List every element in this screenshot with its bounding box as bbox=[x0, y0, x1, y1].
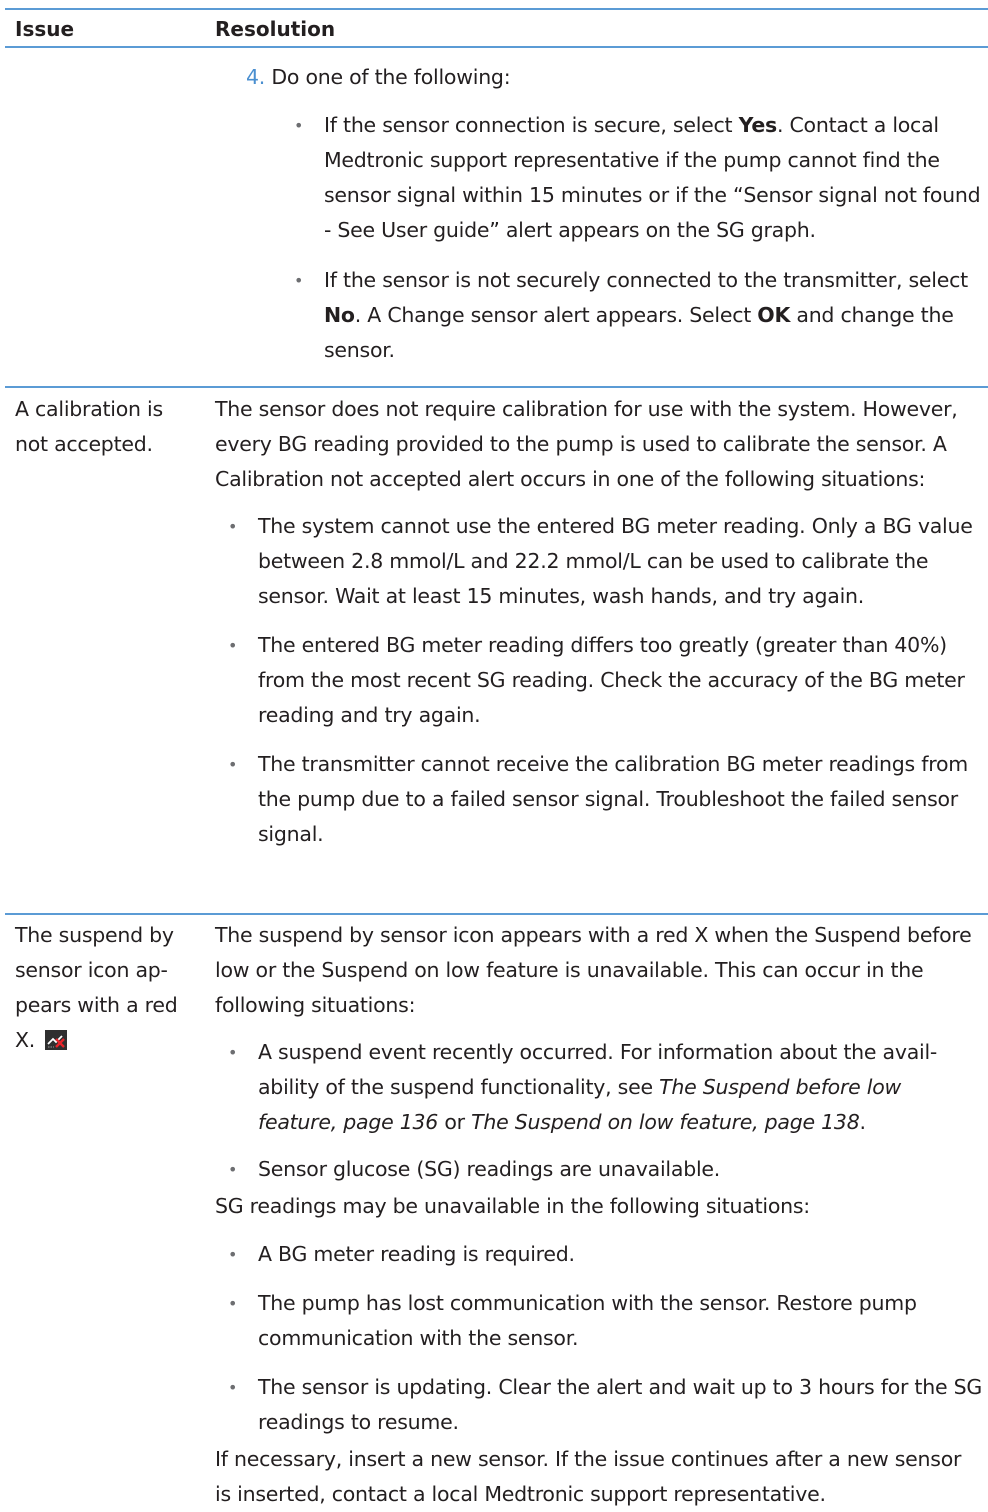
resolution-continuation: 4. Do one of the following: • If the sen… bbox=[215, 60, 983, 368]
issue-suspend: The suspend by sensor icon ap-pears with… bbox=[15, 918, 200, 1058]
text: A BG meter reading is required. bbox=[258, 1242, 575, 1266]
text: The system cannot use the entered BG met… bbox=[258, 514, 973, 608]
list-item: • The pump has lost communication with t… bbox=[215, 1286, 983, 1356]
no-option: No bbox=[324, 303, 355, 327]
step-text: Do one of the following: bbox=[271, 65, 511, 89]
text: The pump has lost communication with the… bbox=[258, 1291, 917, 1350]
list-item: • The sensor is updating. Clear the aler… bbox=[215, 1370, 983, 1440]
sub-intro: SG readings may be unavailable in the fo… bbox=[215, 1194, 810, 1218]
bullet-icon: • bbox=[228, 1160, 238, 1179]
list-item: • The transmitter cannot receive the cal… bbox=[215, 747, 983, 852]
suspend-intro: The suspend by sensor icon appears with … bbox=[215, 923, 972, 1017]
text: If the sensor is not securely connected … bbox=[324, 268, 968, 292]
list-item: • A suspend event recently occurred. For… bbox=[215, 1035, 983, 1140]
resolution-suspend: The suspend by sensor icon appears with … bbox=[215, 918, 983, 1512]
bullet-icon: • bbox=[228, 1245, 238, 1264]
bullet-icon: • bbox=[228, 755, 238, 774]
issue-suspend-text: The suspend by sensor icon ap-pears with… bbox=[15, 923, 178, 1052]
list-item: • A BG meter reading is required. bbox=[215, 1237, 983, 1272]
header-issue: Issue bbox=[15, 17, 75, 41]
text: If the sensor connection is secure, sele… bbox=[324, 113, 739, 137]
header-rule bbox=[5, 46, 988, 48]
list-item: • If the sensor connection is secure, se… bbox=[215, 108, 983, 248]
text: The entered BG meter reading differs too… bbox=[258, 633, 965, 727]
step-number: 4. bbox=[246, 65, 266, 89]
bullet-icon: • bbox=[294, 116, 304, 135]
reference-link: The Suspend on low feature, page 138 bbox=[471, 1110, 860, 1134]
issue-calibration: A calibration is not accepted. bbox=[15, 397, 163, 456]
bullet-icon: • bbox=[228, 1378, 238, 1397]
list-item: • The entered BG meter reading differs t… bbox=[215, 628, 983, 733]
text: . bbox=[859, 1110, 867, 1134]
bullet-icon: • bbox=[294, 271, 304, 290]
yes-option: Yes bbox=[738, 113, 778, 137]
header-resolution: Resolution bbox=[215, 17, 336, 41]
bullet-icon: • bbox=[228, 517, 238, 536]
text: The sensor is updating. Clear the alert … bbox=[258, 1375, 982, 1434]
step-4: 4. Do one of the following: bbox=[215, 60, 983, 95]
row-divider bbox=[5, 913, 988, 915]
calibration-intro: The sensor does not require calibration … bbox=[215, 397, 958, 491]
ok-option: OK bbox=[757, 303, 791, 327]
row-divider bbox=[5, 386, 988, 388]
suspend-by-sensor-icon bbox=[45, 1030, 68, 1050]
list-item: • Sensor glucose (SG) readings are unava… bbox=[215, 1152, 983, 1187]
text: The transmitter cannot receive the calib… bbox=[258, 752, 968, 846]
list-item: • If the sensor is not securely connecte… bbox=[215, 263, 983, 368]
bullet-icon: • bbox=[228, 636, 238, 655]
resolution-calibration: The sensor does not require calibration … bbox=[215, 392, 983, 852]
table-top-rule bbox=[5, 8, 988, 10]
text: or bbox=[438, 1110, 472, 1134]
text: Sensor glucose (SG) readings are unavail… bbox=[258, 1157, 721, 1181]
text: . A Change sensor alert appears. Select bbox=[354, 303, 758, 327]
bullet-icon: • bbox=[228, 1294, 238, 1313]
bullet-icon: • bbox=[228, 1043, 238, 1062]
suspend-outro: If necessary, insert a new sensor. If th… bbox=[215, 1447, 962, 1506]
list-item: • The system cannot use the entered BG m… bbox=[215, 509, 983, 614]
